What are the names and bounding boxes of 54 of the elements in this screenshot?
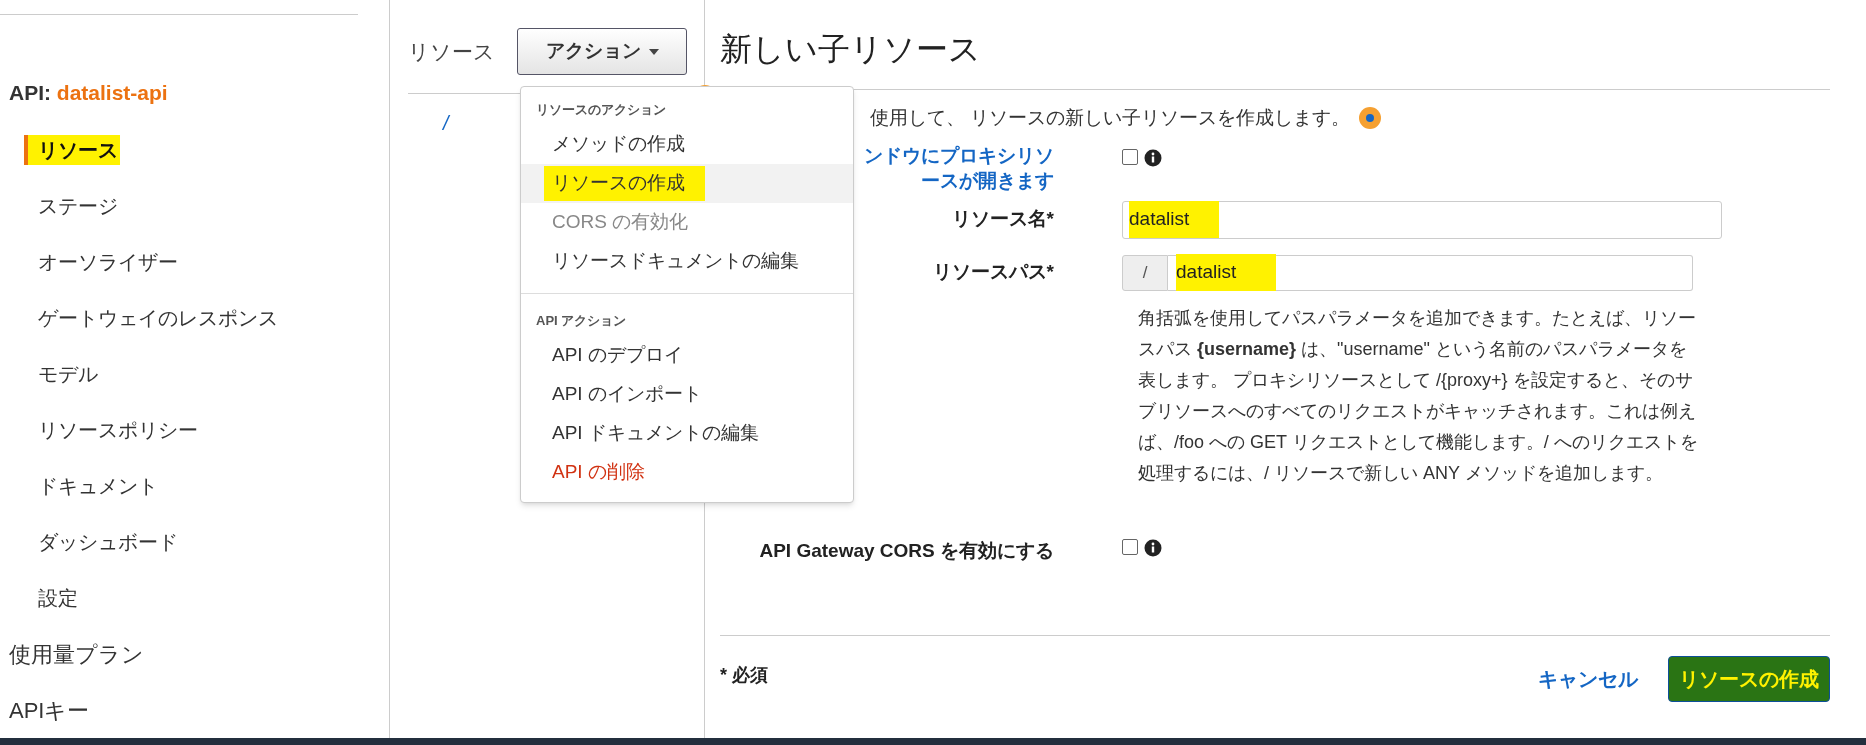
menu-item[interactable]: CORS の有効化	[521, 203, 853, 242]
api-label: API:	[9, 80, 51, 104]
form-description: 使用して、 リソースの新しい子リソースを作成します。	[870, 106, 1351, 130]
cancel-link[interactable]: キャンセル	[1538, 664, 1638, 694]
menu-item-label: CORS の有効化	[551, 210, 690, 235]
menu-item-label: API のデプロイ	[551, 343, 684, 368]
menu-item-label: リソースの作成	[544, 166, 705, 201]
required-note: * 必須	[720, 664, 768, 687]
sidebar-section[interactable]: APIキー	[9, 693, 90, 727]
help-text: 角括弧を使用してパスパラメータを追加できます。たとえば、リソースパス {username} は、"username" という名前のパスパラメータを表します。 プロキシリソースとして /{proxy+} を設定すると、そのサブリソースへのすべてのリクエストがキャッチされます。これは例えば、/foo への GET リクエストとして機能します。/ へのリクエストを処理するには、/ リソースで新しい ANY メソッドを追加します。	[1138, 306, 1698, 485]
info-icon[interactable]	[1144, 148, 1162, 167]
sidebar-item[interactable]: オーソライザー	[24, 247, 180, 277]
panel-title: リソース	[408, 38, 495, 65]
field-label: リソースパス*	[932, 260, 1054, 285]
proxy-link[interactable]: ンドウにプロキシリソ ースが開きます	[864, 142, 1054, 193]
sidebar-item[interactable]: ドキュメント	[24, 471, 160, 501]
menu-item-label: API ドキュメントの編集	[551, 421, 760, 446]
field-value: datalist	[1129, 201, 1220, 238]
sidebar-item[interactable]: 設定	[24, 583, 80, 613]
menu-item-label: メソッドの作成	[551, 132, 686, 157]
sidebar-item[interactable]: ゲートウェイのレスポンス	[24, 303, 280, 333]
sidebar-item[interactable]: ステージ	[24, 191, 120, 221]
marker-dot-icon	[1358, 106, 1383, 131]
checkbox[interactable]	[1122, 148, 1138, 165]
caret-icon	[648, 48, 659, 55]
checkbox[interactable]	[1122, 538, 1138, 555]
menu-item[interactable]: API の削除	[521, 453, 853, 492]
sidebar-item[interactable]: ダッシュボード	[24, 527, 180, 557]
create-resource-button[interactable]: リソースの作成	[1668, 656, 1830, 702]
field-label: リソース名*	[951, 207, 1054, 232]
actions-button[interactable]: アクション	[517, 28, 687, 75]
menu-item[interactable]: API ドキュメントの編集	[521, 414, 853, 453]
menu-item[interactable]: API のデプロイ	[521, 336, 853, 375]
sidebar-section[interactable]: 使用量プラン	[9, 637, 144, 671]
menu-item-label: API のインポート	[551, 382, 703, 407]
sidebar-item[interactable]: リソースポリシー	[24, 415, 200, 445]
field-label: API Gateway CORS を有効にする	[759, 538, 1054, 563]
menu-item-label: API の削除	[551, 460, 646, 485]
info-icon[interactable]	[1144, 538, 1162, 557]
menu-header: API アクション	[536, 313, 627, 328]
menu-item-label: リソースドキュメントの編集	[551, 249, 800, 274]
resource-path-field[interactable]: datalist	[1168, 254, 1693, 291]
resource-name-field[interactable]: datalist	[1122, 200, 1722, 239]
api-name: datalist-api	[56, 80, 168, 104]
menu-header: リソースのアクション	[536, 102, 666, 117]
menu-item[interactable]: メソッドの作成	[521, 125, 853, 164]
menu-item[interactable]: リソースドキュメントの編集	[521, 242, 853, 281]
path-prefix: /	[1122, 254, 1168, 291]
sidebar-item[interactable]: モデル	[24, 359, 100, 389]
sidebar-item[interactable]: リソース	[24, 135, 120, 165]
menu-item[interactable]: API のインポート	[521, 375, 853, 414]
menu-item[interactable]: リソースの作成	[521, 164, 853, 203]
field-value: datalist	[1176, 254, 1277, 291]
form-title: 新しい子リソース	[720, 30, 981, 69]
